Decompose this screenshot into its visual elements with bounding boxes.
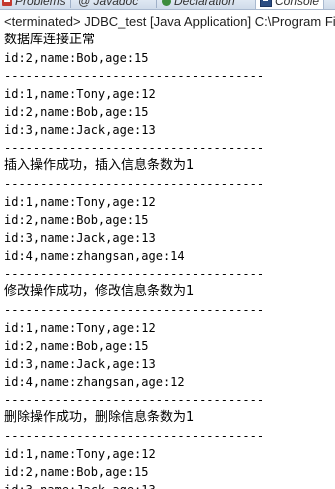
console-line: ------------------------------------ [4,267,265,281]
console-output[interactable]: 数据库连接正常 id:2,name:Bob,age:15 -----------… [0,33,335,489]
tab-declaration[interactable]: Declaration [162,0,235,9]
tab-separator [70,0,71,8]
tab-javadoc-label: @ Javadoc [78,0,139,8]
console-line: 插入操作成功，插入信息条数为1 [4,158,195,173]
console-line: id:3,name:Jack,age:13 [4,357,156,371]
console-line: id:2,name:Bob,age:15 [4,105,149,119]
console-line: id:4,name:zhangsan,age:14 [4,249,185,263]
tab-problems-label: Problems [15,0,66,8]
console-line: 删除操作成功，删除信息条数为1 [4,410,195,425]
console-line: ------------------------------------ [4,141,265,155]
console-line: ------------------------------------ [4,69,265,83]
tab-javadoc[interactable]: @ Javadoc [78,0,138,9]
tab-problems[interactable]: Problems [2,0,66,9]
console-line: 数据库连接正常 [4,33,96,47]
console-line: id:1,name:Tony,age:12 [4,195,156,209]
tab-separator [156,0,157,8]
console-line: id:2,name:Bob,age:15 [4,465,149,479]
tab-declaration-label: Declaration [174,0,235,8]
tab-console-label: Console [275,0,320,8]
console-line: ------------------------------------ [4,393,265,407]
console-status-line: <terminated> JDBC_test [Java Application… [0,10,335,33]
console-line: id:1,name:Tony,age:12 [4,321,156,335]
console-line: id:2,name:Bob,age:15 [4,213,149,227]
problems-icon [2,0,12,6]
console-line: id:1,name:Tony,age:12 [4,447,156,461]
tab-console[interactable]: Console [255,0,325,9]
console-icon [260,0,272,7]
console-line: id:2,name:Bob,age:15 [4,339,149,353]
console-line: id:2,name:Bob,age:15 [4,51,149,65]
console-line: id:3,name:Jack,age:13 [4,231,156,245]
console-line: id:4,name:zhangsan,age:12 [4,375,185,389]
console-view: Problems @ Javadoc Declaration Console <… [0,0,335,489]
view-tab-bar: Problems @ Javadoc Declaration Console [0,0,335,10]
console-line: ------------------------------------ [4,303,265,317]
console-line: id:3,name:Jack,age:13 [4,481,156,489]
console-line: ------------------------------------ [4,429,265,443]
console-line: 修改操作成功，修改信息条数为1 [4,284,195,299]
console-line: id:1,name:Tony,age:12 [4,87,156,101]
console-line: ------------------------------------ [4,177,265,191]
console-line: id:3,name:Jack,age:13 [4,123,156,137]
declaration-icon [162,0,171,6]
